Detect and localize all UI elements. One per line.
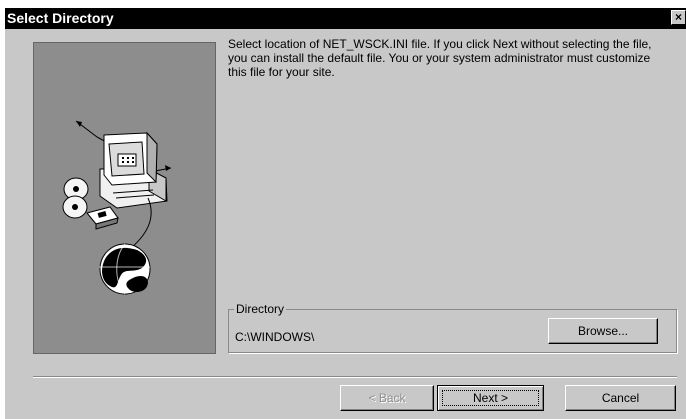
next-button-label: Next > (472, 391, 508, 405)
window-title: Select Directory (7, 10, 114, 26)
directory-path: C:\WINDOWS\ (235, 330, 315, 344)
close-icon: × (674, 10, 682, 24)
browse-button[interactable]: Browse... (548, 318, 658, 344)
bottom-separator (33, 376, 677, 378)
directory-group-label: Directory (234, 302, 287, 316)
next-button[interactable]: Next > (437, 385, 544, 411)
title-bar: Select Directory × (5, 8, 686, 29)
instruction-text: Select location of NET_WSCK.INI file. If… (228, 37, 652, 79)
computer-icon (75, 120, 172, 209)
cancel-button[interactable]: Cancel (565, 385, 676, 411)
disc-icon (62, 177, 89, 219)
setup-illustration (62, 120, 172, 295)
back-button[interactable]: < Back (340, 385, 434, 411)
select-directory-dialog: Select Directory × Select location of NE… (5, 8, 686, 419)
floppy-disk-icon (86, 206, 119, 230)
close-button[interactable]: × (671, 10, 686, 25)
setup-illustration-panel (33, 42, 216, 354)
